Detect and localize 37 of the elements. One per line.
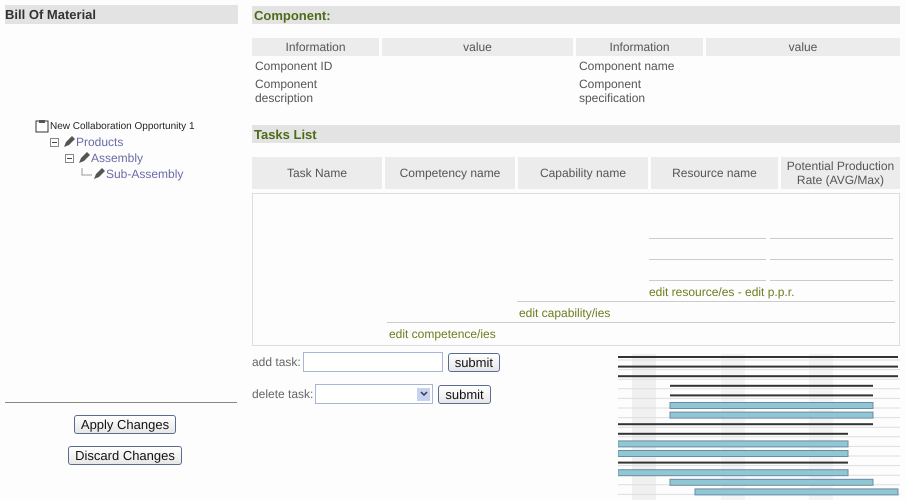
column-header: Task Name: [252, 157, 382, 189]
column-header: Capability name: [518, 157, 648, 189]
caret-icon: [420, 391, 428, 397]
field-label: delete task:: [252, 387, 314, 401]
collapse-toggle-icon[interactable]: [65, 154, 74, 162]
column-header: Competency name: [385, 157, 515, 189]
column-header: Potential Production Rate (AVG/Max): [781, 157, 900, 189]
action-button[interactable]: Apply Changes: [74, 415, 176, 434]
panel-title: Bill Of Material: [5, 5, 238, 24]
pencil-icon: [63, 136, 75, 148]
edit-link[interactable]: edit resource/es - edit p.p.r.: [647, 281, 895, 301]
clipboard-icon: [35, 119, 49, 133]
submit-button[interactable]: submit: [448, 352, 500, 372]
column-header: Resource name: [651, 157, 778, 189]
table-cell-text: Component ID: [254, 58, 334, 74]
table-cell-text: Component name: [578, 58, 676, 74]
edit-link[interactable]: edit competence/ies: [387, 323, 498, 343]
column-header: value: [382, 38, 573, 56]
table-cell-text: Component description: [254, 76, 318, 106]
action-button[interactable]: Discard Changes: [68, 446, 182, 465]
tree-item[interactable]: Products: [76, 135, 124, 149]
column-header: Information: [576, 38, 703, 56]
column-header: Information: [252, 38, 379, 56]
field-label: add task:: [252, 355, 301, 369]
section-title: Component:: [252, 6, 900, 24]
submit-button[interactable]: submit: [438, 384, 491, 404]
table-cell-text: Component specification: [578, 76, 646, 106]
tree-item[interactable]: Assembly: [91, 151, 144, 165]
section-title: Tasks List: [252, 125, 900, 143]
edit-link[interactable]: edit capability/ies: [517, 302, 612, 322]
tree-item[interactable]: Sub-Assembly: [106, 167, 184, 181]
tree-item[interactable]: New Collaboration Opportunity 1: [50, 120, 195, 132]
collapse-toggle-icon[interactable]: [50, 138, 59, 146]
task-input-field[interactable]: [302, 352, 443, 372]
column-header: value: [706, 38, 900, 56]
pencil-icon: [78, 152, 90, 164]
pencil-icon: [93, 168, 105, 180]
